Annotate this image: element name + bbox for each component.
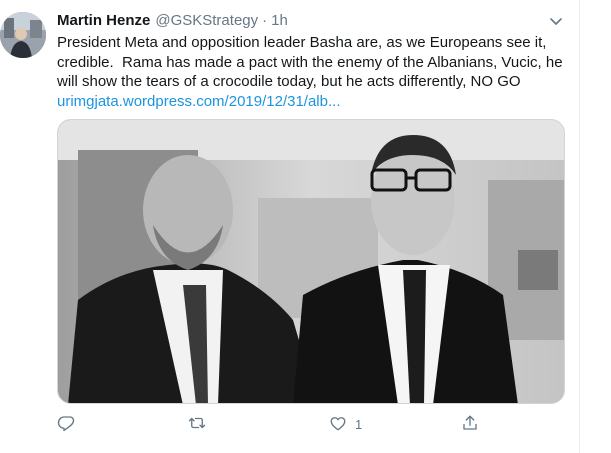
timestamp[interactable]: 1h [271, 12, 288, 29]
tweet-text-line: will show the tears of a crocodile today… [57, 73, 521, 90]
retweet-button[interactable] [188, 413, 214, 435]
tweet-photo[interactable] [57, 119, 565, 404]
share-button[interactable] [461, 413, 487, 435]
separator-dot: · [262, 12, 268, 29]
tweet-text: President Meta and opposition leader Bas… [57, 33, 572, 111]
tweet-text-line: credible. Rama has made a pact with the … [57, 53, 563, 71]
like-button[interactable]: 1 [329, 413, 362, 435]
avatar[interactable] [0, 12, 46, 58]
share-icon [461, 414, 479, 435]
timeline-column-border [579, 0, 580, 453]
tweet-text-line: President Meta and opposition leader Bas… [57, 34, 547, 51]
like-count: 1 [355, 416, 363, 432]
heart-icon [329, 414, 347, 435]
author-name[interactable]: Martin Henze [57, 12, 150, 29]
reply-button[interactable] [57, 413, 83, 435]
tweet-link[interactable]: urimgjata.wordpress.com/2019/12/31/alb..… [57, 93, 340, 110]
author-handle[interactable]: @GSKStrategy [155, 12, 258, 29]
retweet-icon [188, 414, 206, 435]
tweet-header: Martin Henze @GSKStrategy · 1h [57, 12, 288, 32]
chevron-down-icon[interactable] [549, 14, 563, 28]
tweet-actions: 1 [57, 413, 487, 435]
reply-icon [57, 414, 75, 435]
